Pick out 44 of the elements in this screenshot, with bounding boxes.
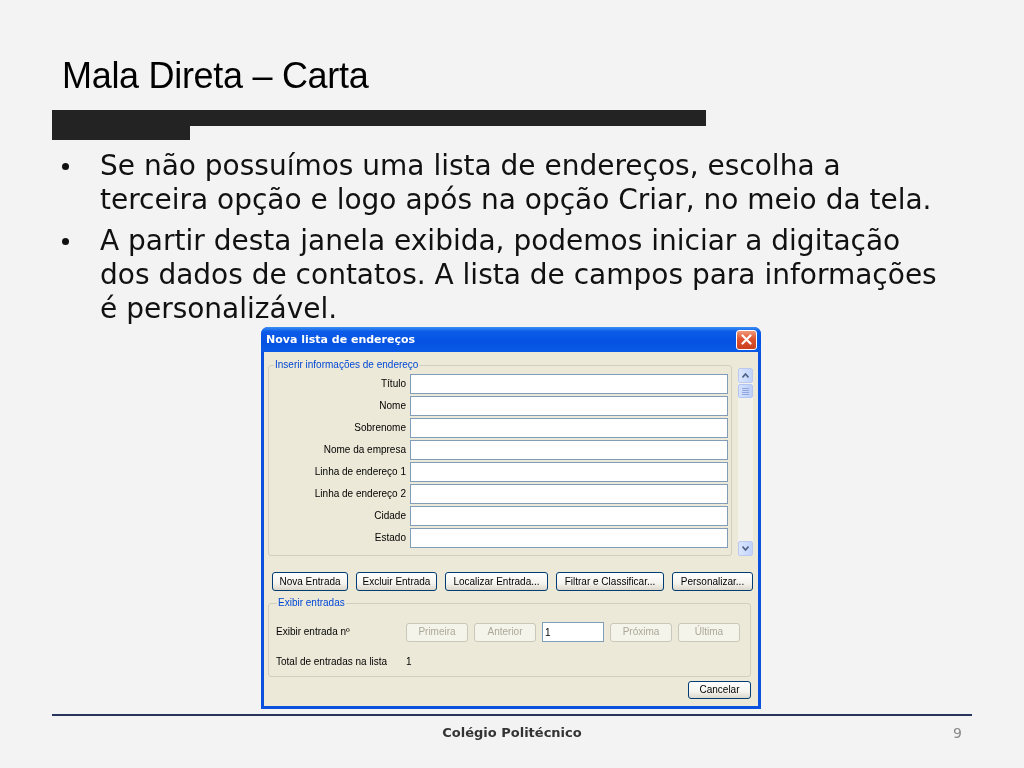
field-label: Linha de endereço 2	[313, 488, 406, 500]
field-label: Linha de endereço 1	[313, 466, 406, 478]
field-label: Nome da empresa	[322, 444, 406, 456]
text-field[interactable]	[410, 418, 728, 438]
bullet-icon	[62, 238, 69, 245]
text-field[interactable]	[410, 440, 728, 460]
bullet-text: Se não possuímos uma lista de endereços, escolha a terceira opção e logo após na opção Criar, no meio da tela.	[100, 149, 933, 217]
page-number: 9	[953, 724, 962, 742]
bullet-text: A partir desta janela exibida, podemos iniciar a digitação dos dados de contatos. A lista de campos para informações é personalizável.	[100, 224, 938, 326]
text-field[interactable]	[410, 462, 728, 482]
group-label: Inserir informações de endereço	[274, 359, 420, 371]
bullet-icon	[62, 163, 69, 170]
field-label: Nome	[378, 400, 406, 412]
entry-number-label: Exibir entrada nº	[276, 626, 351, 638]
close-icon	[741, 334, 752, 345]
dialog-button[interactable]: Personalizar...	[672, 572, 753, 591]
scroll-down-button[interactable]	[738, 541, 753, 556]
window-title: Nova lista de endereços	[266, 332, 416, 347]
scrollbar[interactable]	[738, 368, 753, 556]
dialog-button[interactable]: Filtrar e Classificar...	[556, 572, 664, 591]
caret-up-icon	[742, 373, 749, 378]
close-button[interactable]	[736, 329, 757, 350]
text-field[interactable]	[410, 396, 728, 416]
cancel-button[interactable]: Cancelar	[688, 681, 751, 699]
dialog-button[interactable]: Nova Entrada	[272, 572, 348, 591]
dialog-button[interactable]: Localizar Entrada...	[445, 572, 548, 591]
total-value: 1	[406, 656, 412, 668]
scroll-up-button[interactable]	[738, 368, 753, 383]
caret-down-icon	[742, 546, 749, 551]
scrollbar-thumb[interactable]	[738, 384, 753, 398]
entry-number-field[interactable]: 1	[542, 622, 604, 642]
footer-text: Colégio Politécnico	[442, 724, 582, 742]
total-label: Total de entradas na lista	[276, 656, 389, 668]
text-field[interactable]	[410, 528, 728, 548]
text-field[interactable]	[410, 374, 728, 394]
field-label: Cidade	[373, 510, 406, 522]
field-label: Título	[380, 378, 406, 390]
text-field[interactable]	[410, 506, 728, 526]
dialog-button[interactable]: Excluir Entrada	[356, 572, 437, 591]
group-label: Exibir entradas	[277, 597, 346, 609]
field-label: Sobrenome	[353, 422, 406, 434]
slide-title: Mala Direta – Carta	[62, 55, 369, 97]
text-field[interactable]	[410, 484, 728, 504]
field-label: Estado	[373, 532, 406, 544]
